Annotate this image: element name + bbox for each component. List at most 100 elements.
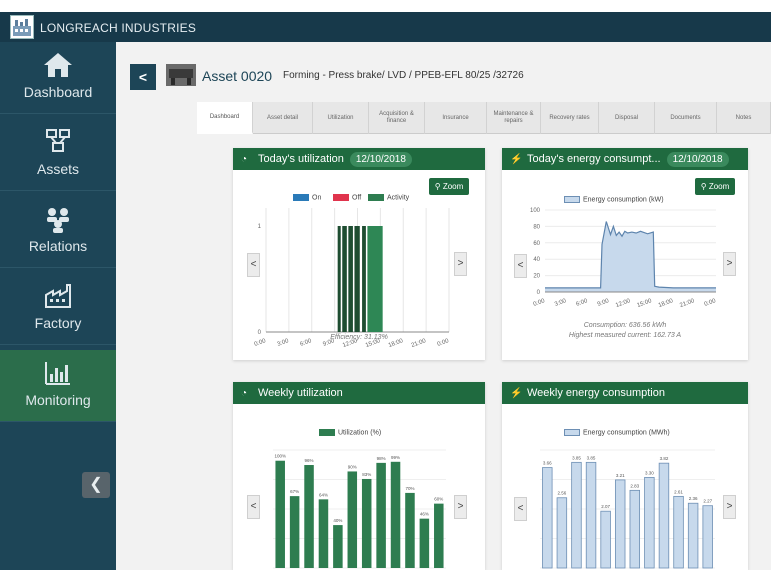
bar	[318, 499, 329, 568]
activity-bar	[337, 226, 341, 332]
activity-bar	[354, 226, 360, 332]
bar-data-label: 3.66	[543, 461, 552, 466]
asset-thumbnail-icon	[166, 64, 196, 86]
bar	[571, 461, 582, 569]
x-tick-label: 21:00	[679, 298, 696, 309]
sidebar-item-monitoring[interactable]: Monitoring	[0, 350, 116, 422]
activity-bar	[362, 226, 366, 332]
bar-data-label: 90%	[348, 464, 357, 469]
bar-data-label: 2.27	[703, 499, 712, 504]
bar	[542, 467, 553, 569]
bar	[419, 518, 430, 568]
bar-data-label: 96%	[305, 458, 314, 463]
tab-dashboard[interactable]: Dashboard	[197, 102, 253, 134]
sidebar-item-assets[interactable]: Assets	[0, 119, 116, 191]
bar	[289, 496, 300, 568]
bar-data-label: 3.82	[660, 456, 669, 461]
bar-data-label: 2.56	[557, 491, 566, 496]
card-today-utilization: ◔ Today's utilization 12/10/2018 ⚲ Zoom On…	[233, 148, 485, 360]
tab-documents[interactable]: Documents	[655, 102, 717, 134]
y-tick-label: 100	[530, 208, 541, 214]
y-tick-label: 0	[537, 290, 541, 296]
card-weekly-energy: ⚡ Weekly energy consumption Energy consum…	[502, 382, 748, 570]
asset-subtitle: Forming - Press brake/ LVD / PPEB-EFL 80…	[283, 70, 524, 81]
bar	[614, 479, 626, 569]
bar-data-label: 40%	[333, 518, 342, 523]
top-bar: LONGREACH INDUSTRIES	[0, 12, 771, 42]
bar-data-label: 46%	[420, 512, 429, 517]
card-today-energy: ⚡ Today's energy consumpt... 12/10/2018 ⚲ …	[502, 148, 748, 360]
bar	[304, 465, 314, 568]
y-tick-label: 60	[533, 241, 540, 247]
weekly-energy-chart: 3.66 2.56 3.85 3.85 2.07 3.21 2.83 3.30 3.82 2.61…	[540, 449, 715, 569]
tab-recovery-rates[interactable]: Recovery rates	[541, 102, 599, 134]
bar	[405, 492, 415, 568]
bar-data-label: 98%	[377, 456, 386, 461]
tab-bar: Dashboard Asset detail Utilization Acqui…	[197, 102, 771, 134]
bar	[673, 495, 684, 569]
app-root: LONGREACH INDUSTRIES Dashboard Assets Re…	[0, 0, 771, 570]
bar	[600, 510, 611, 569]
bar	[687, 502, 699, 569]
tab-maintenance-repairs[interactable]: Maintenance & repairs	[487, 102, 541, 134]
x-tick-label: 0:00	[704, 298, 718, 308]
main-content: < Asset 0020 Forming - Press brake/ LVD …	[116, 42, 771, 570]
x-tick-label: 9:00	[597, 298, 611, 308]
bar	[556, 497, 568, 569]
bar-data-label: 3.85	[587, 455, 596, 460]
activity-bar	[342, 226, 347, 332]
tab-acquisition-finance[interactable]: Acquisition & finance	[369, 102, 425, 134]
assets-icon	[41, 127, 75, 157]
sidebar-item-label: Factory	[34, 315, 82, 331]
x-tick-label: 15:00	[636, 298, 653, 309]
bar	[347, 471, 358, 568]
bar-data-label: 70%	[405, 486, 414, 491]
tab-utilization[interactable]: Utilization	[313, 102, 369, 134]
bar-data-label: 100%	[274, 454, 286, 459]
weekly-utilization-chart: 100% 67% 96% 64% 40% 90% 83% 98% 99% 70% 46% 60%	[273, 449, 446, 569]
tab-notes[interactable]: Notes	[717, 102, 771, 134]
efficiency-text: Efficiency: 31.13%	[330, 334, 388, 341]
bar-data-label: 2.07	[601, 504, 610, 509]
x-tick-label: 12:00	[615, 298, 632, 309]
brand-name: LONGREACH INDUSTRIES	[40, 21, 197, 35]
sidebar-item-relations[interactable]: Relations	[0, 196, 116, 268]
sidebar-item-dashboard[interactable]: Dashboard	[0, 42, 116, 114]
bar-data-label: 67%	[290, 489, 299, 494]
bar	[390, 461, 401, 568]
y-tick-label: 20	[533, 274, 540, 280]
bar	[658, 462, 670, 569]
bar	[644, 477, 655, 569]
x-tick-label: 3:00	[554, 298, 568, 308]
brand-logo-icon[interactable]	[10, 15, 34, 39]
sidebar-item-label: Dashboard	[23, 84, 93, 100]
highest-current-text: Highest measured current: 162.73 A	[568, 332, 682, 339]
y-tick-label: 1	[258, 224, 262, 230]
bar-data-label: 99%	[391, 455, 400, 460]
activity-bar	[348, 226, 353, 332]
bar-data-label: 3.30	[645, 470, 654, 475]
bar-data-label: 64%	[319, 492, 328, 497]
bar-data-label: 3.85	[572, 455, 581, 460]
bar	[361, 478, 372, 568]
bar	[434, 503, 444, 568]
bar-data-label: 83%	[362, 472, 371, 477]
sidebar-item-label: Relations	[28, 238, 88, 254]
sidebar-item-factory[interactable]: Factory	[0, 273, 116, 345]
tab-disposal[interactable]: Disposal	[599, 102, 655, 134]
bar-data-label: 2.61	[674, 489, 683, 494]
bar	[629, 489, 641, 569]
sidebar-item-label: Monitoring	[25, 392, 91, 408]
page-title: Asset 0020	[202, 68, 273, 84]
sidebar: Dashboard Assets Relations Factory Monit…	[0, 42, 116, 570]
x-tick-label: 0:00	[533, 298, 547, 308]
x-tick-label: 18:00	[658, 298, 675, 309]
tab-asset-detail[interactable]: Asset detail	[253, 102, 313, 134]
factory-icon	[41, 281, 75, 311]
back-button[interactable]: <	[130, 64, 156, 90]
tab-insurance[interactable]: Insurance	[425, 102, 487, 134]
y-tick-label: 40	[533, 257, 540, 263]
utilization-chart: 010:00 3:00 6:00 9:00 12:00 15:00 18:00 21:00 0:…	[254, 208, 450, 349]
collapse-left-icon[interactable]: ❮	[82, 472, 110, 498]
bar-data-label: 2.36	[689, 496, 698, 501]
